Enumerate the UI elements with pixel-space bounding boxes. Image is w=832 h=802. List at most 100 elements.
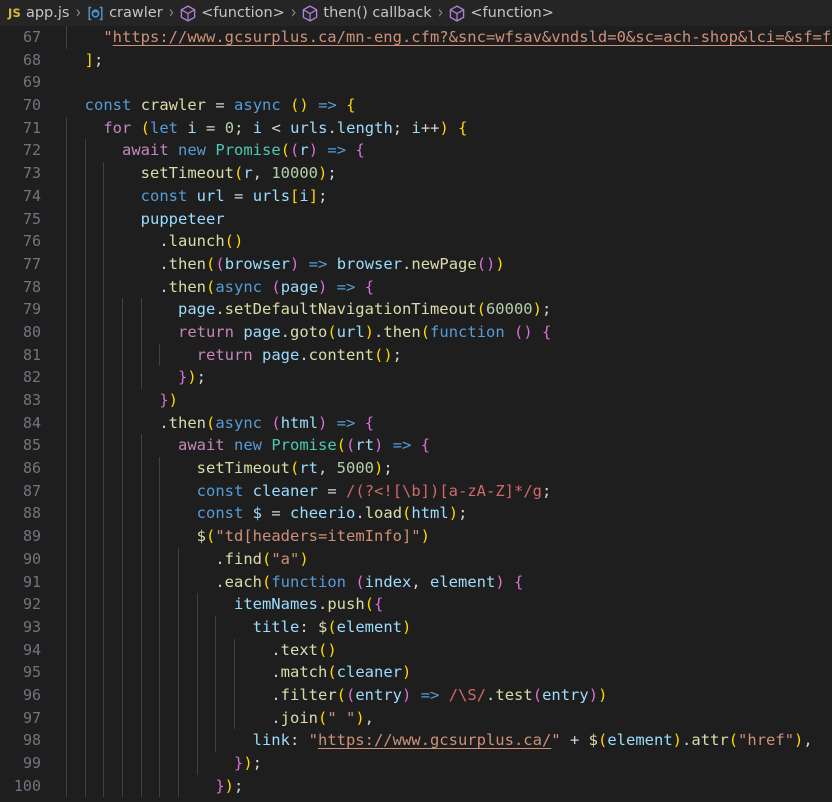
- code-line-content[interactable]: link: "https://www.gcsurplus.ca/" + $(el…: [62, 729, 832, 752]
- code-line-content[interactable]: title: $(element): [62, 615, 832, 639]
- line-number: 92: [22, 595, 41, 614]
- code-token: ;: [383, 459, 393, 478]
- code-line-content[interactable]: .then(async (html) => {: [62, 411, 832, 435]
- code-line-content[interactable]: });: [62, 366, 832, 389]
- code-line[interactable]: 91 .each(function (index, element) {: [0, 570, 832, 594]
- code-line-content[interactable]: await new Promise((r) => {: [62, 139, 832, 163]
- code-line-content[interactable]: return page.content();: [62, 343, 832, 367]
- indent-guide: [103, 343, 105, 367]
- code-line[interactable]: 83 }): [0, 389, 832, 412]
- code-token: ,: [252, 164, 272, 183]
- indent-guide: [121, 298, 123, 321]
- breadcrumb-item-label: <function>: [470, 5, 554, 21]
- code-line-content[interactable]: for (let i = 0; i < urls.length; i++) {: [62, 116, 832, 140]
- code-line[interactable]: 100 });: [0, 774, 832, 798]
- code-line[interactable]: 99 });: [0, 752, 832, 775]
- code-line[interactable]: 67 "https://www.gcsurplus.ca/mn-eng.cfm?…: [0, 26, 832, 49]
- code-line-content[interactable]: const $ = cheerio.load(html);: [62, 502, 832, 526]
- code-line[interactable]: 76 .launch(): [0, 230, 832, 253]
- line-number: 83: [22, 391, 41, 409]
- code-token: =>: [392, 436, 412, 455]
- code-line[interactable]: 77 .then((browser) => browser.newPage()): [0, 252, 832, 276]
- code-line[interactable]: 79 page.setDefaultNavigationTimeout(6000…: [0, 298, 832, 321]
- code-line[interactable]: 92 itemNames.push({: [0, 593, 832, 616]
- code-line[interactable]: 84 .then(async (html) => {: [0, 411, 832, 435]
- code-line-content[interactable]: .match(cleaner): [62, 661, 832, 684]
- code-line-content[interactable]: .join(" "),: [62, 706, 832, 730]
- indent-guide: [103, 661, 105, 684]
- code-token: ): [598, 685, 608, 704]
- code-line-content[interactable]: });: [62, 774, 832, 798]
- code-token: ": [103, 28, 113, 46]
- code-line-content[interactable]: const cleaner = /(?<![\b])[a-zA-Z]*/g;: [62, 479, 832, 503]
- code-line-content[interactable]: });: [62, 752, 832, 775]
- code-line[interactable]: 73 setTimeout(r, 10000);: [0, 162, 832, 185]
- code-line-content[interactable]: ];: [62, 49, 832, 72]
- code-line[interactable]: 96 .filter((entry) => /\S/.test(entry)): [0, 683, 832, 707]
- code-line[interactable]: 78 .then(async (page) => {: [0, 275, 832, 299]
- code-line[interactable]: 68 ];: [0, 49, 832, 72]
- indent-guide: [121, 502, 123, 526]
- indent-guide: [103, 252, 105, 276]
- code-line-content[interactable]: .each(function (index, element) {: [62, 570, 832, 594]
- code-line-content[interactable]: const url = urls[i];: [62, 184, 832, 208]
- code-line-content[interactable]: $("td[headers=itemInfo]"): [62, 525, 832, 548]
- indent-guide: [84, 661, 86, 684]
- code-line-content[interactable]: itemNames.push({: [62, 593, 832, 616]
- code-line[interactable]: 69: [0, 71, 832, 94]
- indent-guide: [103, 162, 105, 185]
- code-line-content[interactable]: [62, 71, 832, 94]
- code-line[interactable]: 94 .text(): [0, 638, 832, 662]
- code-line[interactable]: 81 return page.content();: [0, 343, 832, 367]
- indent-guide: [140, 774, 142, 798]
- code-line[interactable]: 88 const $ = cheerio.load(html);: [0, 502, 832, 526]
- code-line[interactable]: 98 link: "https://www.gcsurplus.ca/" + $…: [0, 729, 832, 752]
- breadcrumb-item-4[interactable]: then() callback: [302, 4, 432, 22]
- breadcrumb-item-3[interactable]: <function>: [180, 4, 285, 22]
- code-line-content[interactable]: .then(async (page) => {: [62, 275, 832, 299]
- code-token: element: [336, 617, 402, 636]
- code-line[interactable]: 95 .match(cleaner): [0, 661, 832, 684]
- code-token: browser: [224, 254, 291, 273]
- code-line-content[interactable]: return page.goto(url).then(function () {: [62, 320, 832, 344]
- code-line-content[interactable]: }): [62, 389, 832, 412]
- code-line-content[interactable]: puppeteer: [62, 207, 832, 231]
- code-line-content[interactable]: await new Promise((rt) => {: [62, 434, 832, 458]
- code-line-content[interactable]: .text(): [62, 638, 832, 662]
- code-line-content[interactable]: .filter((entry) => /\S/.test(entry)): [62, 683, 832, 707]
- code-token: const: [196, 481, 244, 500]
- code-line-content[interactable]: const crawler = async () => {: [62, 94, 832, 117]
- code-line-content[interactable]: "https://www.gcsurplus.ca/mn-eng.cfm?&sn…: [62, 26, 832, 49]
- code-line[interactable]: 70 const crawler = async () => {: [0, 94, 832, 117]
- breadcrumb-item-1[interactable]: JS app.js: [8, 5, 69, 21]
- indent-guide: [140, 547, 142, 571]
- indent-guide: [121, 615, 123, 639]
- breadcrumb-item-5[interactable]: <function>: [449, 4, 554, 22]
- indent-guide: [66, 752, 67, 775]
- code-line-content[interactable]: .then((browser) => browser.newPage()): [62, 252, 832, 276]
- code-line[interactable]: 85 await new Promise((rt) => {: [0, 434, 832, 458]
- code-line[interactable]: 86 setTimeout(rt, 5000);: [0, 457, 832, 480]
- code-editor[interactable]: 67 "https://www.gcsurplus.ca/mn-eng.cfm?…: [0, 26, 832, 802]
- code-line[interactable]: 80 return page.goto(url).then(function (…: [0, 320, 832, 344]
- code-line[interactable]: 75 puppeteer: [0, 207, 832, 231]
- indent-guide: [121, 343, 123, 367]
- code-line[interactable]: 72 await new Promise((r) => {: [0, 139, 832, 163]
- code-line-content[interactable]: setTimeout(rt, 5000);: [62, 457, 832, 480]
- code-line[interactable]: 74 const url = urls[i];: [0, 184, 832, 208]
- code-line[interactable]: 87 const cleaner = /(?<![\b])[a-zA-Z]*/g…: [0, 479, 832, 503]
- breadcrumb-item-2[interactable]: crawler: [87, 5, 163, 21]
- code-line[interactable]: 71 for (let i = 0; i < urls.length; i++)…: [0, 116, 832, 140]
- code-line[interactable]: 97 .join(" "),: [0, 706, 832, 730]
- code-line-content[interactable]: .find("a"): [62, 547, 832, 571]
- code-line[interactable]: 90 .find("a"): [0, 547, 832, 571]
- code-line[interactable]: 93 title: $(element): [0, 615, 832, 639]
- code-line-content[interactable]: .launch(): [62, 230, 832, 253]
- code-line[interactable]: 89 $("td[headers=itemInfo]"): [0, 525, 832, 548]
- code-line-content[interactable]: page.setDefaultNavigationTimeout(60000);: [62, 298, 832, 321]
- indent-guide: [66, 298, 67, 321]
- code-line-content[interactable]: setTimeout(r, 10000);: [62, 162, 832, 185]
- code-line[interactable]: 82 });: [0, 366, 832, 389]
